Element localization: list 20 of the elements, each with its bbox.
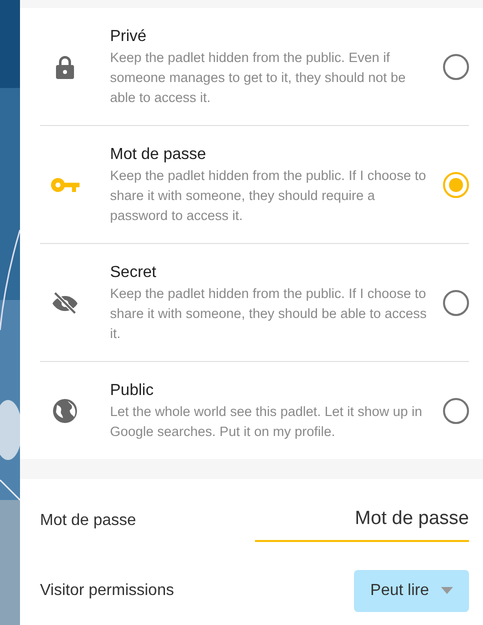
caret-icon — [441, 587, 453, 594]
permission-dropdown[interactable]: Peut lire — [354, 570, 469, 612]
globe-icon — [52, 398, 78, 424]
option-title: Public — [110, 381, 155, 401]
field-label: Mot de passe — [40, 511, 136, 532]
lock-icon — [54, 55, 76, 79]
option-description: Keep the padlet hidden from the public. Even if someone manages to get to it, they should not be able to access it. — [110, 49, 407, 107]
radio-button[interactable] — [443, 290, 469, 316]
radio-button[interactable] — [443, 172, 469, 198]
option-title: Privé — [110, 27, 148, 47]
hidden-eye-icon — [51, 291, 79, 315]
option-title: Mot de passe — [110, 145, 208, 165]
radio-button[interactable] — [443, 398, 469, 424]
option-description: Let the whole world see this padlet. Let it show up in Google searches. Put it on my profile. — [110, 403, 424, 441]
key-icon — [50, 177, 80, 193]
option-description: Keep the padlet hidden from the public. If I choose to share it with someone, they should be able to access it. — [110, 285, 428, 343]
field-label: Visitor permissions — [40, 580, 174, 600]
option-description: Keep the padlet hidden from the public. If I choose to share it with someone, they should require a password to access it. — [110, 167, 427, 225]
option-title: Secret — [110, 263, 158, 283]
radio-button[interactable] — [443, 54, 469, 80]
